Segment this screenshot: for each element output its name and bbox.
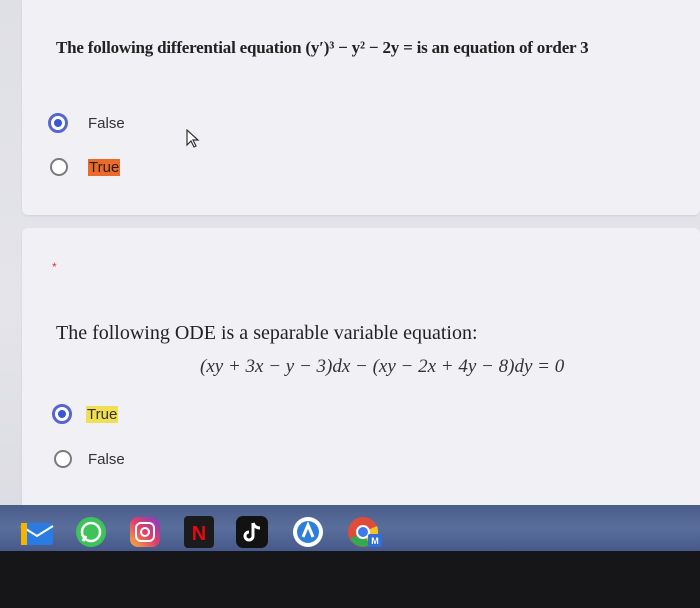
app-icon[interactable] [292,516,324,553]
whatsapp-icon[interactable] [74,515,108,554]
netflix-letter: N [192,523,206,545]
tiktok-icon[interactable] [236,516,268,553]
option-label: True [88,158,121,176]
question-2-equation: (xy + 3x − y − 3)dx − (xy − 2x + 4y − 8)… [200,356,565,377]
question-2-text: The following ODE is a separable variabl… [56,322,478,344]
browser-page [0,0,700,510]
instagram-icon[interactable] [128,516,162,553]
option-label: False [88,114,125,132]
option-true-q1[interactable]: True [50,158,121,176]
monitor-bezel [0,551,700,608]
required-marker: * [52,260,57,274]
chrome-badge-letter: M [371,536,379,546]
option-false-q1[interactable]: False [48,113,125,133]
option-label: False [88,450,125,468]
mouse-cursor-icon [185,128,201,154]
option-false-q2[interactable]: False [54,450,125,468]
mail-icon[interactable] [20,522,54,551]
radio-unselected-icon[interactable] [54,450,72,468]
radio-selected-icon[interactable] [48,113,68,133]
option-label: True [86,405,119,423]
question-1-text: The following differential equation (y′)… [56,38,589,57]
netflix-icon[interactable]: N [184,516,214,553]
radio-selected-icon[interactable] [52,404,72,424]
chrome-icon[interactable]: M [344,514,382,555]
question-card-1 [22,0,700,215]
option-true-q2[interactable]: True [52,404,119,424]
radio-unselected-icon[interactable] [50,158,68,176]
